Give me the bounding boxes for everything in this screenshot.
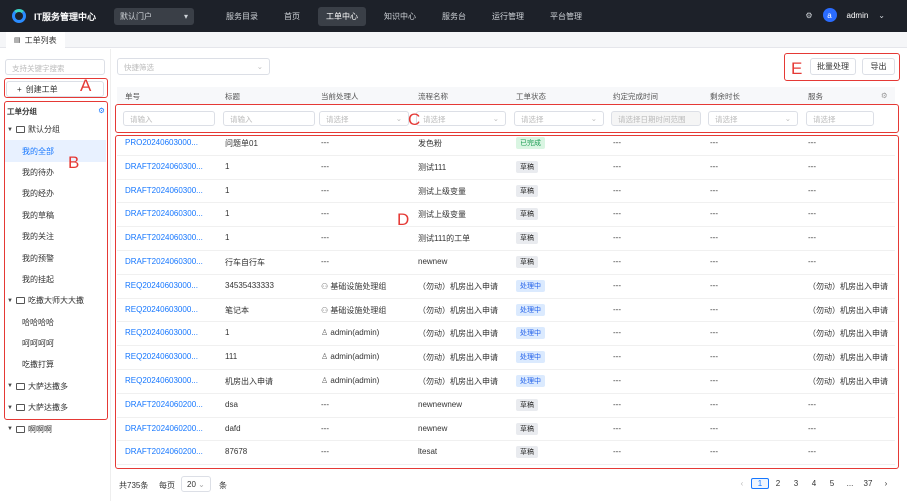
column-header: 当前处理人 (321, 92, 359, 101)
main-nav: 服务目录 首页 工单中心 知识中心 服务台 运行管理 平台管理 (218, 6, 600, 26)
prev-page-icon[interactable]: ‹ (733, 479, 751, 488)
quick-filter-placeholder: 快捷筛选 (124, 63, 154, 72)
tree-label: 啊啊啊 (27, 424, 52, 434)
pagination: ‹ 1 2 3 4 5... 37 › (733, 478, 895, 489)
annotation-box-a (4, 78, 108, 98)
tab-ticket-list[interactable]: ▤ 工单列表 (6, 32, 65, 48)
document-icon: ▤ (14, 37, 21, 44)
column-header: 工单状态 (516, 92, 546, 101)
tab-label: 工单列表 (24, 35, 57, 45)
nav-item[interactable]: 工单中心 (318, 6, 366, 26)
per-page-select[interactable]: 20 ⌄ (181, 476, 211, 492)
page-number[interactable]: 4 (805, 479, 823, 488)
nav-item[interactable]: 服务目录 (218, 7, 266, 26)
total-count: 共735条 (119, 481, 149, 490)
user-area: ⚙ a admin ⌄ (805, 8, 885, 22)
chevron-down-icon[interactable]: ⌄ (878, 11, 885, 20)
tab-bar: ▤ 工单列表 (0, 32, 907, 48)
tree-group[interactable]: ▼ 啊啊啊 (5, 418, 106, 439)
quick-filter-select[interactable]: 快捷筛选 ⌄ (117, 58, 270, 75)
annotation-box-c (115, 104, 899, 133)
page-number[interactable]: 3 (787, 479, 805, 488)
page-number[interactable]: ... (841, 479, 859, 488)
page-number[interactable]: 37 (859, 479, 877, 488)
page-number[interactable]: 1 (751, 478, 769, 489)
annotation-box-b (4, 101, 108, 420)
annotation-label-c: C (408, 110, 421, 129)
avatar[interactable]: a (822, 8, 837, 22)
annotation-label-e: E (791, 59, 803, 78)
column-settings-icon[interactable]: ⚙ (881, 91, 888, 100)
annotation-label-d: D (397, 210, 410, 229)
chevron-down-icon: ▾ (183, 11, 188, 21)
annotation-box-d (115, 135, 899, 469)
column-header: 单号 (125, 92, 140, 101)
nav-item[interactable]: 平台管理 (542, 7, 590, 26)
table-header: 单号 标题 当前处理人 流程名称 工单状态 约定完成时间 剩余时长 服务 ⚙ (117, 87, 895, 105)
per-page-label: 每页 (159, 481, 175, 490)
nav-item[interactable]: 运行管理 (484, 7, 532, 26)
folder-icon (15, 425, 25, 433)
annotation-label-b: B (68, 153, 80, 172)
caret-down-icon: ▼ (7, 426, 13, 433)
annotation-label-a: A (80, 76, 92, 95)
chevron-down-icon: ⌄ (256, 62, 263, 71)
next-page-icon[interactable]: › (877, 479, 895, 488)
sidebar-search-input[interactable]: 支持关键字搜索 (5, 59, 105, 75)
nav-item[interactable]: 服务台 (434, 7, 474, 26)
column-header: 服务 (808, 92, 823, 101)
settings-icon[interactable]: ⚙ (805, 11, 812, 20)
table-footer: 共735条 每页 20 ⌄ 条 ‹ 1 2 3 4 5... 37 › (117, 476, 895, 493)
column-header: 标题 (225, 92, 240, 101)
nav-item[interactable]: 知识中心 (376, 7, 424, 26)
per-page-unit: 条 (219, 481, 227, 490)
portal-select[interactable]: 默认门户 ▾ (114, 7, 194, 25)
page-number[interactable]: 5 (823, 479, 841, 488)
per-page-value: 20 (187, 480, 196, 489)
app-title: IT服务管理中心 (34, 11, 96, 22)
nav-item[interactable]: 首页 (276, 7, 308, 26)
column-header: 剩余时长 (710, 92, 740, 101)
app-logo-icon (12, 9, 26, 23)
column-header: 约定完成时间 (613, 92, 658, 101)
page-number[interactable]: 2 (769, 479, 787, 488)
top-nav-bar: IT服务管理中心 默认门户 ▾ 服务目录 首页 工单中心 知识中心 服务台 运行管理 平台管… (0, 0, 907, 32)
chevron-down-icon: ⌄ (198, 480, 205, 489)
portal-select-value: 默认门户 (120, 11, 152, 21)
user-name[interactable]: admin (847, 11, 869, 20)
column-header: 流程名称 (418, 92, 448, 101)
